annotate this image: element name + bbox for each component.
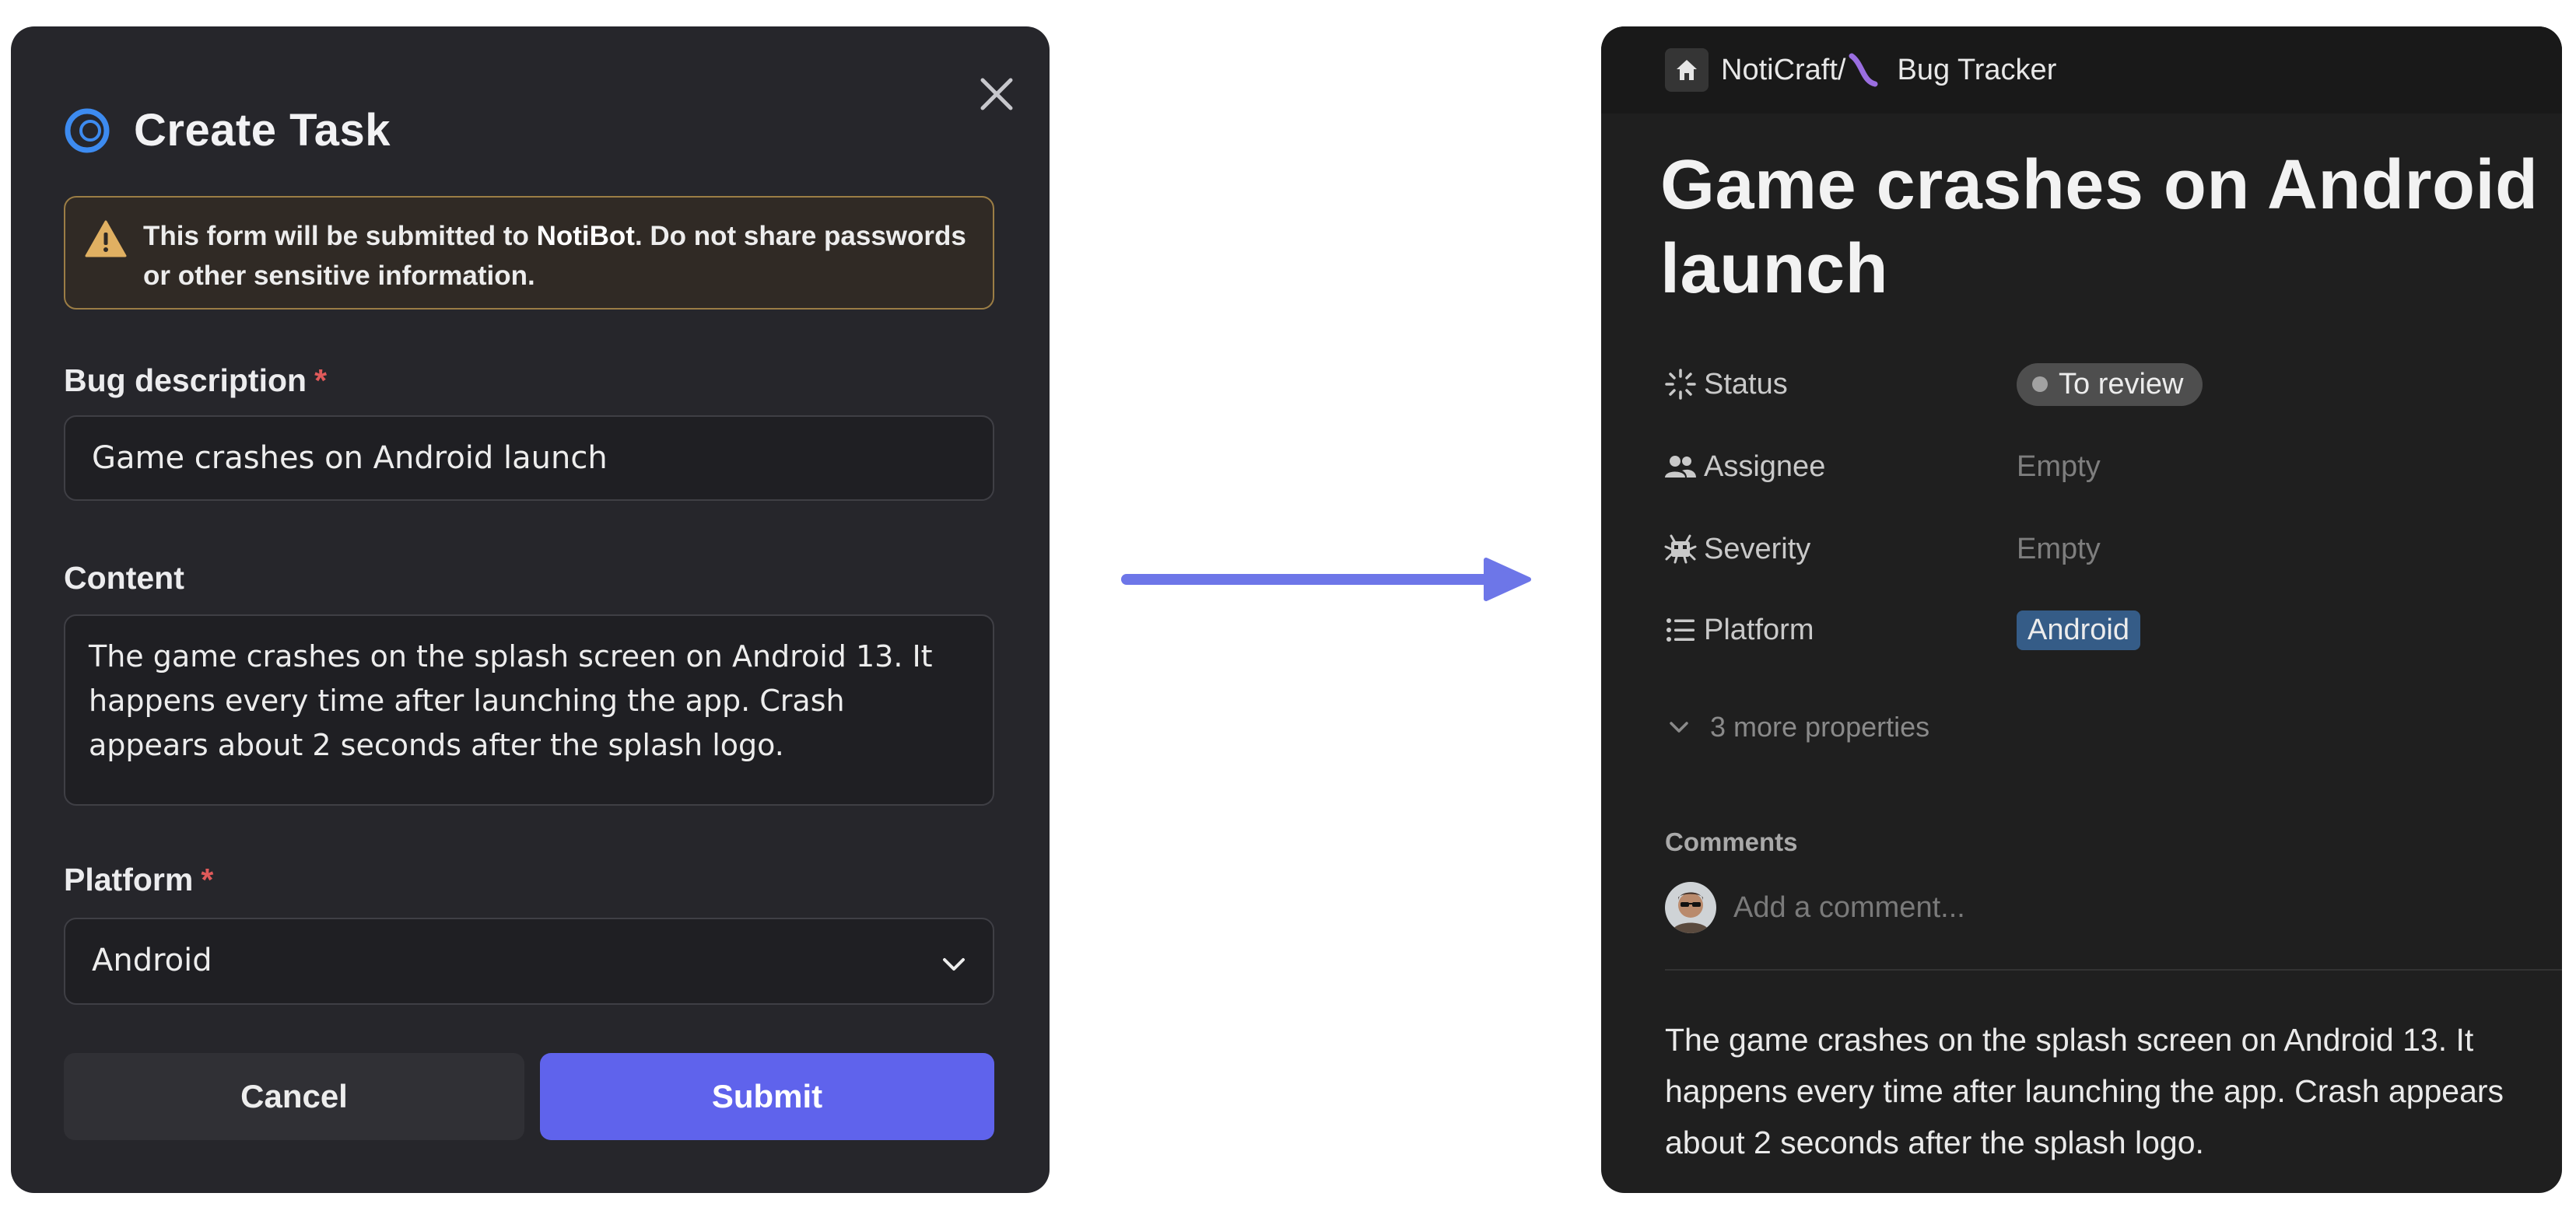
more-properties-label: 3 more properties bbox=[1710, 711, 1930, 743]
bug-icon bbox=[1664, 534, 1697, 564]
close-icon[interactable] bbox=[969, 67, 1024, 121]
divider bbox=[1665, 969, 2562, 971]
property-status-name: Status bbox=[1704, 367, 1788, 401]
warning-icon bbox=[85, 220, 127, 257]
platform-label: Platform * bbox=[64, 862, 213, 898]
breadcrumb-separator: / bbox=[1837, 53, 1846, 86]
status-badge-label: To review bbox=[2059, 367, 2184, 401]
bug-description-label-text: Bug description bbox=[64, 362, 307, 398]
property-assignee[interactable]: Assignee Empty bbox=[1663, 443, 2519, 490]
status-dot bbox=[2032, 376, 2048, 392]
property-platform[interactable]: Platform Android bbox=[1663, 607, 2519, 653]
content-label: Content bbox=[64, 560, 184, 596]
comment-input-row[interactable]: Add a comment... bbox=[1665, 882, 1965, 933]
warning-banner: This form will be submitted to NotiBot. … bbox=[64, 196, 994, 310]
breadcrumb-database[interactable]: Bug Tracker bbox=[1845, 53, 2056, 87]
chevron-down-icon bbox=[943, 958, 965, 971]
warning-text: This form will be submitted to NotiBot. … bbox=[143, 216, 983, 296]
property-platform-name: Platform bbox=[1704, 613, 1814, 646]
status-badge[interactable]: To review bbox=[2017, 362, 2203, 406]
property-severity-value: Empty bbox=[2017, 532, 2101, 565]
breadcrumb-database-label: Bug Tracker bbox=[1897, 53, 2057, 86]
platform-selected-value: Android bbox=[92, 943, 212, 978]
submit-button[interactable]: Submit bbox=[540, 1053, 994, 1140]
home-icon bbox=[1665, 48, 1709, 92]
page-title[interactable]: Game crashes on Android launch bbox=[1660, 143, 2547, 311]
platform-label-text: Platform bbox=[64, 862, 194, 897]
required-mark: * bbox=[201, 862, 214, 897]
more-properties-toggle[interactable]: 3 more properties bbox=[1663, 711, 1929, 743]
modal-title: Create Task bbox=[134, 105, 391, 156]
page-body-text[interactable]: The game crashes on the splash screen on… bbox=[1665, 1014, 2536, 1168]
warning-prefix: This form will be submitted to bbox=[143, 221, 537, 251]
notion-logo-icon bbox=[65, 108, 110, 152]
bug-description-input[interactable]: Game crashes on Android launch bbox=[64, 415, 994, 501]
comment-input[interactable]: Add a comment... bbox=[1733, 891, 1965, 925]
property-assignee-value: Empty bbox=[2017, 450, 2101, 483]
list-icon bbox=[1667, 618, 1695, 642]
notion-page: NotiCraft / Bug Tracker Game crashes on … bbox=[1601, 26, 2562, 1193]
required-mark: * bbox=[314, 362, 328, 398]
status-icon bbox=[1665, 369, 1696, 400]
property-status[interactable]: Status To review bbox=[1663, 361, 2519, 408]
breadcrumb: NotiCraft / Bug Tracker bbox=[1601, 26, 2562, 114]
modal-header: Create Task bbox=[64, 104, 391, 156]
avatar bbox=[1665, 882, 1716, 933]
arrow-right-icon bbox=[1121, 558, 1531, 601]
content-textarea[interactable]: The game crashes on the splash screen on… bbox=[64, 614, 994, 806]
property-severity-name: Severity bbox=[1704, 532, 1811, 565]
property-severity[interactable]: Severity Empty bbox=[1663, 526, 2519, 572]
breadcrumb-workspace-label: NotiCraft bbox=[1721, 53, 1838, 86]
bug-tracker-icon bbox=[1849, 53, 1878, 87]
create-task-modal: Create Task This form will be submitted … bbox=[11, 26, 1050, 1193]
bug-description-label: Bug description * bbox=[64, 362, 327, 399]
platform-select[interactable]: Android bbox=[64, 918, 994, 1005]
cancel-button[interactable]: Cancel bbox=[64, 1053, 524, 1140]
breadcrumb-workspace[interactable]: NotiCraft bbox=[1665, 48, 1838, 92]
warning-bot-name: NotiBot bbox=[536, 221, 635, 251]
people-icon bbox=[1665, 456, 1696, 478]
chevron-down-icon bbox=[1670, 722, 1688, 733]
comments-heading: Comments bbox=[1665, 827, 1798, 856]
platform-tag[interactable]: Android bbox=[2017, 610, 2140, 650]
property-assignee-name: Assignee bbox=[1704, 450, 1826, 483]
